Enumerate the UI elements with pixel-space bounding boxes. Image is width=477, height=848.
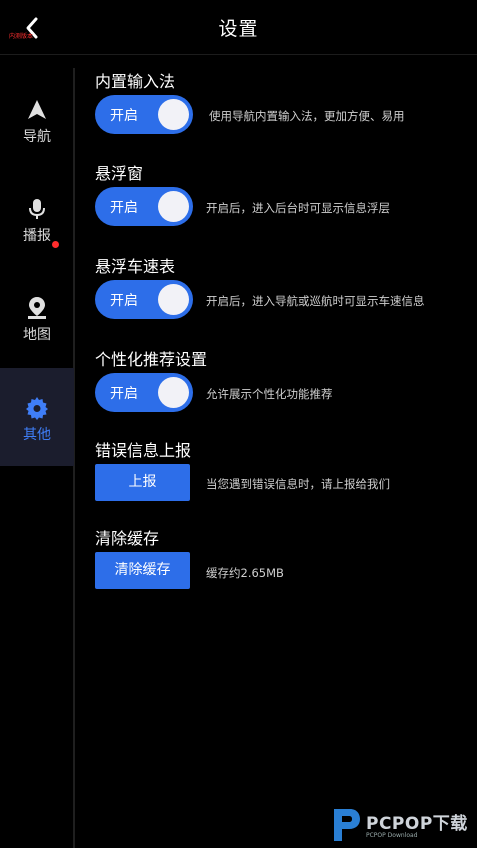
gear-icon	[26, 397, 48, 420]
watermark-subtext: PCPOP Download	[366, 832, 418, 839]
input-method-toggle[interactable]: 开启	[95, 95, 193, 134]
toggle-label: 开启	[110, 293, 138, 309]
sidebar-item-broadcast[interactable]: 播报	[0, 171, 74, 269]
speedometer-title: 悬浮车速表	[95, 257, 176, 276]
navigation-arrow-icon	[28, 100, 46, 119]
notification-dot	[52, 241, 59, 248]
beta-badge: 内测版本	[9, 33, 34, 40]
report-button[interactable]: 上报	[95, 464, 190, 501]
personalized-desc: 允许展示个性化功能推荐	[206, 387, 333, 401]
input-method-title: 内置输入法	[95, 72, 176, 91]
sidebar-item-label: 导航	[23, 129, 51, 145]
cache-size-text: 缓存约2.65MB	[206, 566, 284, 580]
sidebar-item-label: 播报	[23, 228, 51, 244]
page-title: 设置	[218, 18, 259, 40]
sidebar-item-label: 其他	[23, 427, 51, 443]
error-report-desc: 当您遇到错误信息时，请上报给我们	[206, 477, 390, 491]
clear-cache-button[interactable]: 清除缓存	[95, 552, 190, 589]
floating-window-title: 悬浮窗	[95, 164, 144, 183]
sidebar-item-navigation[interactable]: 导航	[0, 72, 74, 170]
floating-window-toggle[interactable]: 开启	[95, 187, 193, 226]
personalized-toggle[interactable]: 开启	[95, 373, 193, 412]
clear-cache-title: 清除缓存	[95, 529, 160, 548]
toggle-label: 开启	[110, 108, 138, 124]
toggle-label: 开启	[110, 386, 138, 402]
pcpop-logo-icon	[334, 809, 360, 841]
toggle-knob	[158, 99, 189, 130]
toggle-label: 开启	[110, 200, 138, 216]
watermark-text: PCPOP下载	[366, 814, 468, 834]
speedometer-desc: 开启后，进入导航或巡航时可显示车速信息	[206, 294, 425, 308]
header-bar: 设置	[0, 0, 477, 55]
input-method-desc: 使用导航内置输入法，更加方便、易用	[209, 109, 405, 123]
personalized-title: 个性化推荐设置	[95, 350, 208, 369]
sidebar-item-map[interactable]: 地图	[0, 270, 74, 368]
error-report-title: 错误信息上报	[95, 441, 192, 460]
toggle-knob	[158, 191, 189, 222]
sidebar-item-other[interactable]: 其他	[0, 368, 74, 466]
map-pin-icon	[28, 297, 46, 319]
floating-window-desc: 开启后，进入后台时可显示信息浮层	[206, 201, 390, 215]
speedometer-toggle[interactable]: 开启	[95, 280, 193, 319]
watermark: PCPOP下载 PCPOP Download	[330, 805, 475, 845]
toggle-knob	[158, 377, 189, 408]
microphone-icon	[29, 199, 45, 219]
sidebar-item-label: 地图	[23, 327, 51, 343]
toggle-knob	[158, 284, 189, 315]
